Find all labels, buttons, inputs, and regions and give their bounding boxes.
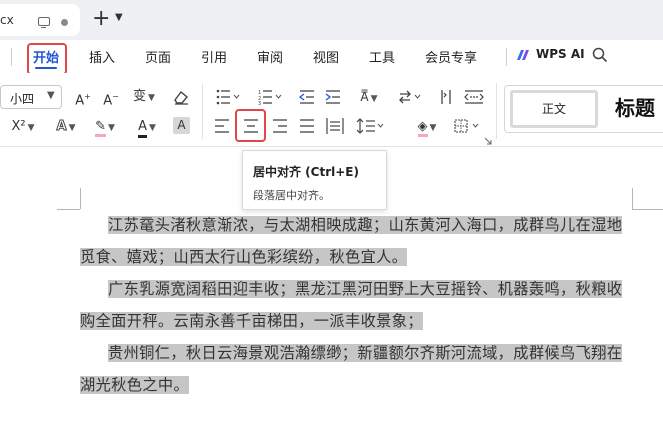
tab-home[interactable]: 开始 bbox=[33, 47, 59, 66]
tooltip-title: 居中对齐 (Ctrl+E) bbox=[253, 165, 359, 179]
paragraph-dialog-launcher-icon[interactable] bbox=[484, 137, 492, 145]
font-size-value: 小四 bbox=[10, 92, 35, 106]
paragraph-line: 购全面开秤。云南永善千亩梯田，一派丰收景象； bbox=[80, 312, 423, 330]
menu-bar: 开始 插入 页面 引用 审阅 视图 工具 会员专享 WPS AI bbox=[0, 40, 663, 75]
divider bbox=[11, 48, 12, 66]
grow-font-icon[interactable]: A+ bbox=[74, 86, 92, 108]
show-marks-icon[interactable] bbox=[438, 89, 454, 105]
align-center-icon[interactable] bbox=[243, 119, 259, 133]
document-tab-name: cx bbox=[0, 13, 14, 27]
paragraph-line: 贵州铜仁，秋日云海景观浩瀚缥缈；新疆额尔齐斯河流域，成群候鸟飞翔在 bbox=[108, 344, 623, 362]
monitor-icon[interactable] bbox=[38, 17, 50, 29]
align-center-tooltip: 居中对齐 (Ctrl+E) 段落居中对齐。 bbox=[242, 150, 387, 210]
char-shading-icon[interactable]: A bbox=[173, 117, 190, 134]
eraser-icon[interactable] bbox=[172, 88, 190, 106]
increase-indent-icon[interactable] bbox=[325, 89, 341, 105]
active-tab-underline bbox=[35, 67, 57, 69]
chevron-down-icon: ▼ bbox=[47, 90, 55, 101]
svg-text:3: 3 bbox=[258, 101, 261, 105]
divider bbox=[506, 48, 507, 66]
tooltip-description: 段落居中对齐。 bbox=[253, 189, 330, 202]
numbered-list-icon[interactable]: 123 bbox=[258, 89, 282, 105]
wps-ai-logo-icon[interactable] bbox=[516, 48, 530, 62]
wps-ai-button[interactable]: WPS AI bbox=[536, 47, 585, 61]
chevron-down-icon[interactable]: ▼ bbox=[115, 12, 125, 26]
page-corner-mark bbox=[80, 188, 81, 209]
font-color-icon[interactable]: A ▼ bbox=[132, 116, 162, 138]
paragraph-line: 江苏鼋头渚秋意渐浓，与太湖相映成趣；山东黄河入海口，成群鸟儿在湿地 bbox=[108, 216, 623, 234]
document-paragraph[interactable]: 贵州铜仁，秋日云海景观浩瀚缥缈；新疆额尔齐斯河流域，成群候鸟飞翔在 湖光秋色之中… bbox=[80, 337, 635, 401]
unsaved-dot-icon[interactable] bbox=[61, 19, 68, 26]
justify-icon[interactable] bbox=[299, 119, 315, 133]
distributed-align-icon[interactable] bbox=[326, 117, 344, 135]
title-bar: cx + ▼ bbox=[0, 0, 663, 40]
tab-view[interactable]: 视图 bbox=[313, 47, 339, 66]
paragraph-line: 湖光秋色之中。 bbox=[80, 376, 190, 394]
align-right-icon[interactable] bbox=[272, 119, 288, 133]
bullet-list-icon[interactable] bbox=[216, 89, 240, 105]
style-gallery: 正文 标题 bbox=[504, 85, 663, 133]
align-left-icon[interactable] bbox=[214, 119, 230, 133]
border-icon[interactable] bbox=[454, 119, 480, 133]
paragraph-line: 觅食、嬉戏；山西太行山色彩缤纷，秋色宜人。 bbox=[80, 248, 408, 266]
style-heading[interactable]: 标题 bbox=[615, 92, 655, 121]
text-effect-icon[interactable]: A ▼ bbox=[52, 116, 80, 138]
page-corner-mark bbox=[57, 209, 80, 210]
document-paragraph[interactable]: 江苏鼋头渚秋意渐浓，与太湖相映成趣；山东黄河入海口，成群鸟儿在湿地 觅食、嬉戏；… bbox=[80, 209, 635, 273]
tab-review[interactable]: 审阅 bbox=[257, 47, 283, 66]
search-icon[interactable] bbox=[592, 47, 608, 63]
document-paragraph[interactable]: 广东乳源宽阔稻田迎丰收；黑龙江黑河田野上大豆摇铃、机器轰鸣，秋粮收 购全面开秤。… bbox=[80, 273, 635, 337]
tab-page[interactable]: 页面 bbox=[145, 47, 171, 66]
decrease-indent-icon[interactable] bbox=[299, 89, 315, 105]
ribbon-toolbar: 小四 ▼ A+ A− 变 ▼ X² ▼ A ▼ ✎ ▼ A ▼ A 123 A̿ ▼ bbox=[0, 73, 663, 147]
text-direction-icon[interactable]: A̿ ▼ bbox=[354, 86, 384, 108]
phonetic-guide-icon[interactable]: 变 ▼ bbox=[128, 86, 160, 108]
table-layout-icon[interactable] bbox=[464, 89, 484, 105]
tab-references[interactable]: 引用 bbox=[201, 47, 227, 66]
shrink-font-icon[interactable]: A− bbox=[102, 86, 120, 108]
superscript-icon[interactable]: X² ▼ bbox=[10, 116, 36, 138]
style-normal[interactable]: 正文 bbox=[510, 90, 598, 128]
tab-insert[interactable]: 插入 bbox=[89, 47, 115, 66]
sort-icon[interactable] bbox=[398, 89, 422, 105]
page-corner-mark bbox=[632, 209, 663, 210]
paragraph-shading-icon[interactable]: ◈ ▼ bbox=[412, 116, 442, 138]
document-tab[interactable]: cx bbox=[0, 4, 80, 36]
page-corner-mark bbox=[632, 188, 633, 209]
tab-tools[interactable]: 工具 bbox=[369, 47, 395, 66]
divider bbox=[496, 83, 497, 139]
line-spacing-icon[interactable] bbox=[356, 117, 384, 135]
new-tab-plus-icon[interactable]: + bbox=[92, 8, 110, 30]
font-size-select[interactable]: 小四 ▼ bbox=[0, 85, 62, 109]
highlight-pen-icon[interactable]: ✎ ▼ bbox=[90, 116, 120, 138]
paragraph-line: 广东乳源宽阔稻田迎丰收；黑龙江黑河田野上大豆摇铃、机器轰鸣，秋粮收 bbox=[108, 280, 623, 298]
tab-member[interactable]: 会员专享 bbox=[425, 47, 477, 66]
divider bbox=[202, 83, 203, 139]
